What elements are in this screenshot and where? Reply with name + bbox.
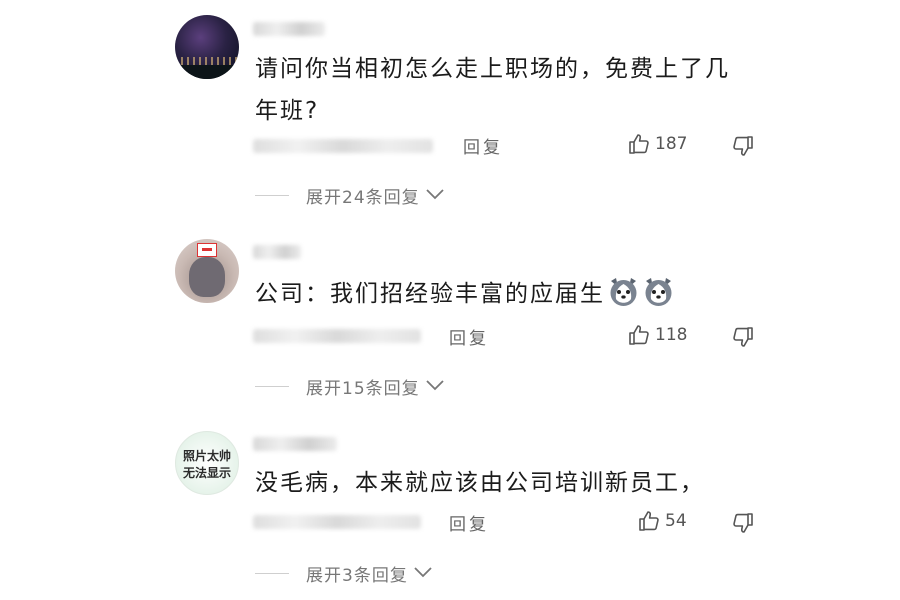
husky-emoji bbox=[642, 275, 675, 308]
chevron-down-icon bbox=[412, 564, 434, 584]
avatar-ground bbox=[175, 65, 239, 79]
chevron-down-icon bbox=[424, 377, 446, 397]
husky-emoji bbox=[607, 275, 640, 308]
like-count: 118 bbox=[655, 325, 688, 345]
like-count: 187 bbox=[655, 134, 688, 154]
comment-text: 请问你当相初怎么走上职场的，免费上了几年班? bbox=[255, 56, 730, 124]
comment-text: 公司：我们招经验丰富的应届生 bbox=[255, 273, 755, 315]
chevron-down-icon bbox=[424, 186, 446, 206]
like-button[interactable]: 54 bbox=[637, 509, 687, 533]
timestamp-blurred bbox=[253, 139, 433, 153]
thumb-up-icon bbox=[627, 132, 651, 156]
thumb-down-icon bbox=[730, 511, 756, 535]
divider-line bbox=[255, 573, 289, 574]
reply-button[interactable]: 回复 bbox=[449, 510, 489, 535]
comment-text: 没毛病，本来就应该由公司培训新员工， bbox=[255, 470, 705, 496]
expand-replies-label: 展开24条回复 bbox=[306, 188, 420, 208]
avatar[interactable] bbox=[175, 15, 239, 79]
reply-button[interactable]: 回复 bbox=[449, 324, 489, 349]
dislike-button[interactable] bbox=[730, 325, 756, 349]
like-count: 54 bbox=[665, 511, 687, 531]
reply-button[interactable]: 回复 bbox=[463, 133, 503, 158]
thumb-down-icon bbox=[730, 325, 756, 349]
dislike-button[interactable] bbox=[730, 511, 756, 535]
like-button[interactable]: 118 bbox=[627, 323, 687, 347]
divider-line bbox=[255, 195, 289, 196]
avatar-cat bbox=[189, 257, 225, 297]
divider-line bbox=[255, 386, 289, 387]
thumb-down-icon bbox=[730, 134, 756, 158]
avatar[interactable] bbox=[175, 239, 239, 303]
expand-replies-label: 展开3条回复 bbox=[306, 566, 408, 586]
username-blurred[interactable] bbox=[253, 22, 325, 36]
expand-replies-label: 展开15条回复 bbox=[306, 379, 420, 399]
timestamp-blurred bbox=[253, 515, 421, 529]
avatar-text-line: 照片太帅 bbox=[182, 449, 231, 463]
avatar[interactable]: 照片太帅 无法显示 bbox=[175, 431, 239, 495]
avatar-text-line: 无法显示 bbox=[182, 466, 231, 480]
comment-text-body: 公司：我们招经验丰富的应届生 bbox=[255, 281, 605, 307]
expand-replies[interactable]: 展开3条回复 bbox=[255, 561, 434, 586]
dislike-button[interactable] bbox=[730, 134, 756, 158]
username-blurred[interactable] bbox=[253, 245, 301, 259]
expand-replies[interactable]: 展开24条回复 bbox=[255, 183, 446, 208]
thumb-up-icon bbox=[637, 509, 661, 533]
timestamp-blurred bbox=[253, 329, 421, 343]
expand-replies[interactable]: 展开15条回复 bbox=[255, 374, 446, 399]
thumb-up-icon bbox=[627, 323, 651, 347]
username-blurred[interactable] bbox=[253, 437, 337, 451]
avatar-sign bbox=[197, 243, 217, 257]
like-button[interactable]: 187 bbox=[627, 132, 687, 156]
